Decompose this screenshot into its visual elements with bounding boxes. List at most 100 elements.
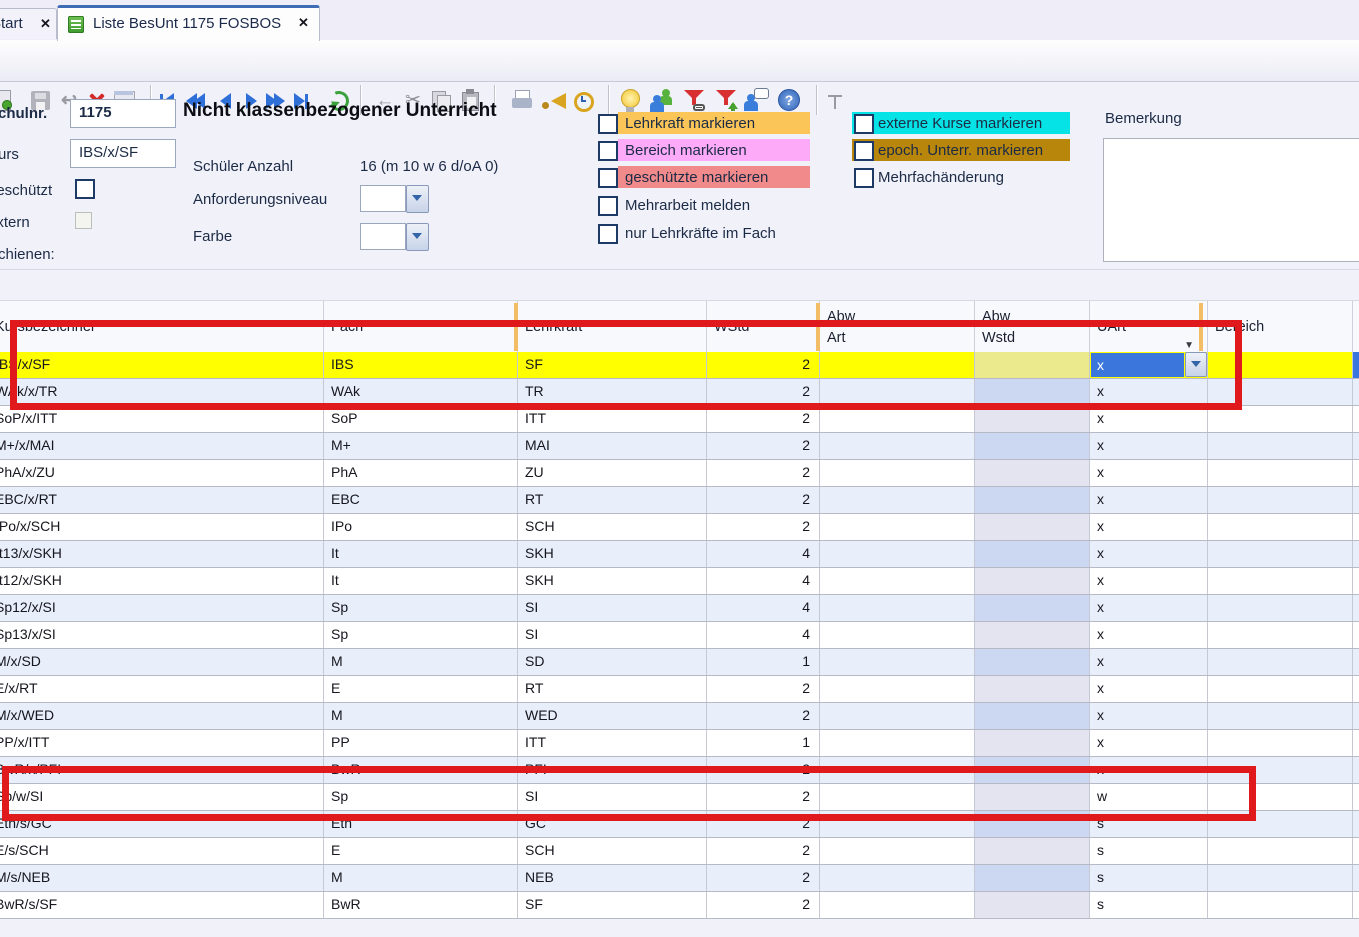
cell-wstd[interactable]: 4 bbox=[707, 595, 820, 621]
cell-fach[interactable]: It bbox=[324, 568, 518, 594]
cell-uart[interactable]: x bbox=[1090, 622, 1208, 648]
alarm-clock-icon[interactable] bbox=[570, 87, 596, 115]
cell-wstd[interactable]: 4 bbox=[707, 568, 820, 594]
hint-bulb-icon[interactable] bbox=[618, 87, 644, 115]
cell-fach[interactable]: PhA bbox=[324, 460, 518, 486]
cell-abw_art[interactable] bbox=[820, 487, 975, 513]
table-row[interactable]: M+/x/MAIM+MAI2x bbox=[0, 433, 1359, 460]
cell-abw_art[interactable] bbox=[820, 676, 975, 702]
cell-wstd[interactable]: 2 bbox=[707, 487, 820, 513]
cell-abw_wstd[interactable] bbox=[975, 892, 1090, 918]
cell-kursbezeichner[interactable]: M/x/SD bbox=[0, 649, 324, 675]
cell-lehrkraft[interactable]: SI bbox=[518, 622, 707, 648]
table-row[interactable]: M/x/SDMSD1x bbox=[0, 649, 1359, 676]
cell-bereich[interactable] bbox=[1208, 703, 1353, 729]
cell-bereich[interactable] bbox=[1208, 730, 1353, 756]
cell-kursbezeichner[interactable]: E/x/RT bbox=[0, 676, 324, 702]
cell-jgst[interactable] bbox=[1353, 379, 1359, 405]
cell-bereich[interactable] bbox=[1208, 892, 1353, 918]
cell-kursbezeichner[interactable]: M/x/WED bbox=[0, 703, 324, 729]
cell-wstd[interactable]: 4 bbox=[707, 541, 820, 567]
bemerkung-textarea[interactable] bbox=[1103, 138, 1359, 262]
cell-abw_art[interactable] bbox=[820, 433, 975, 459]
cell-lehrkraft[interactable]: ITT bbox=[518, 730, 707, 756]
cell-wstd[interactable]: 2 bbox=[707, 865, 820, 891]
cell-uart[interactable]: s bbox=[1090, 892, 1208, 918]
anforderungsniveau-dropdown-button[interactable] bbox=[406, 185, 429, 213]
cell-abw_art[interactable] bbox=[820, 838, 975, 864]
cell-abw_wstd[interactable] bbox=[975, 730, 1090, 756]
horn-icon[interactable] bbox=[540, 87, 566, 115]
cell-jgst[interactable] bbox=[1353, 811, 1359, 837]
tab-liste-besunt-close-icon[interactable]: ✕ bbox=[298, 15, 309, 31]
table-row[interactable]: It12/x/SKHItSKH4x bbox=[0, 568, 1359, 595]
cell-fach[interactable]: PP bbox=[324, 730, 518, 756]
cell-lehrkraft[interactable]: NEB bbox=[518, 865, 707, 891]
cell-abw_wstd[interactable] bbox=[975, 487, 1090, 513]
cell-kursbezeichner[interactable]: M+/x/MAI bbox=[0, 433, 324, 459]
cell-jgst[interactable] bbox=[1353, 487, 1359, 513]
cell-uart[interactable]: x bbox=[1090, 676, 1208, 702]
column-header-jgst[interactable]: J bbox=[1353, 301, 1359, 353]
cell-lehrkraft[interactable]: SF bbox=[518, 892, 707, 918]
anforderungsniveau-select[interactable] bbox=[360, 185, 428, 212]
cell-wstd[interactable]: 2 bbox=[707, 892, 820, 918]
cell-lehrkraft[interactable]: SCH bbox=[518, 838, 707, 864]
cell-lehrkraft[interactable]: SCH bbox=[518, 514, 707, 540]
table-row[interactable]: It13/x/SKHItSKH4x bbox=[0, 541, 1359, 568]
cell-bereich[interactable] bbox=[1208, 676, 1353, 702]
farbe-dropdown-button[interactable] bbox=[406, 223, 429, 251]
cell-uart[interactable]: x bbox=[1090, 433, 1208, 459]
schulnr-input[interactable]: 1175 bbox=[70, 99, 176, 128]
cell-abw_wstd[interactable] bbox=[975, 514, 1090, 540]
cell-abw_wstd[interactable] bbox=[975, 703, 1090, 729]
cell-bereich[interactable] bbox=[1208, 460, 1353, 486]
cell-bereich[interactable] bbox=[1208, 487, 1353, 513]
cell-abw_art[interactable] bbox=[820, 649, 975, 675]
cell-jgst[interactable] bbox=[1353, 433, 1359, 459]
cell-abw_art[interactable] bbox=[820, 595, 975, 621]
cell-kursbezeichner[interactable]: Sp13/x/SI bbox=[0, 622, 324, 648]
cell-wstd[interactable]: 1 bbox=[707, 649, 820, 675]
cell-jgst[interactable] bbox=[1353, 514, 1359, 540]
cell-uart[interactable]: s bbox=[1090, 838, 1208, 864]
cell-lehrkraft[interactable]: SI bbox=[518, 595, 707, 621]
cell-kursbezeichner[interactable]: It13/x/SKH bbox=[0, 541, 324, 567]
filter-remove-icon[interactable] bbox=[714, 87, 740, 115]
cell-abw_wstd[interactable] bbox=[975, 649, 1090, 675]
cell-jgst[interactable] bbox=[1353, 784, 1359, 810]
marker-checkbox-right-1[interactable] bbox=[854, 141, 874, 161]
cell-lehrkraft[interactable]: ZU bbox=[518, 460, 707, 486]
cell-wstd[interactable]: 4 bbox=[707, 622, 820, 648]
cell-abw_wstd[interactable] bbox=[975, 838, 1090, 864]
cell-wstd[interactable]: 2 bbox=[707, 676, 820, 702]
cell-fach[interactable]: E bbox=[324, 838, 518, 864]
cell-abw_wstd[interactable] bbox=[975, 676, 1090, 702]
cell-uart[interactable]: s bbox=[1090, 865, 1208, 891]
cell-lehrkraft[interactable]: SKH bbox=[518, 568, 707, 594]
cell-fach[interactable]: E bbox=[324, 676, 518, 702]
cell-jgst[interactable] bbox=[1353, 757, 1359, 783]
cell-kursbezeichner[interactable]: Sp12/x/SI bbox=[0, 595, 324, 621]
cell-abw_art[interactable] bbox=[820, 460, 975, 486]
cell-abw_art[interactable] bbox=[820, 892, 975, 918]
cell-bereich[interactable] bbox=[1208, 865, 1353, 891]
cell-uart[interactable]: x bbox=[1090, 487, 1208, 513]
cell-jgst[interactable] bbox=[1353, 730, 1359, 756]
cell-abw_wstd[interactable] bbox=[975, 568, 1090, 594]
cell-kursbezeichner[interactable]: M/s/NEB bbox=[0, 865, 324, 891]
cell-jgst[interactable] bbox=[1353, 676, 1359, 702]
filter-link-icon[interactable] bbox=[682, 87, 708, 115]
table-row[interactable]: IPo/x/SCHIPoSCH2x bbox=[0, 514, 1359, 541]
cell-uart[interactable]: x bbox=[1090, 541, 1208, 567]
cell-jgst[interactable] bbox=[1353, 622, 1359, 648]
cell-abw_art[interactable] bbox=[820, 568, 975, 594]
tab-start[interactable]: Start ✕ bbox=[0, 8, 57, 39]
cell-abw_art[interactable] bbox=[820, 703, 975, 729]
cell-kursbezeichner[interactable]: PhA/x/ZU bbox=[0, 460, 324, 486]
cell-jgst[interactable] bbox=[1353, 541, 1359, 567]
marker-checkbox-left-3[interactable] bbox=[598, 196, 618, 216]
table-row[interactable]: BwR/s/SFBwRSF2s bbox=[0, 892, 1359, 919]
cell-jgst[interactable] bbox=[1353, 352, 1359, 378]
table-row[interactable]: Sp13/x/SISpSI4x bbox=[0, 622, 1359, 649]
